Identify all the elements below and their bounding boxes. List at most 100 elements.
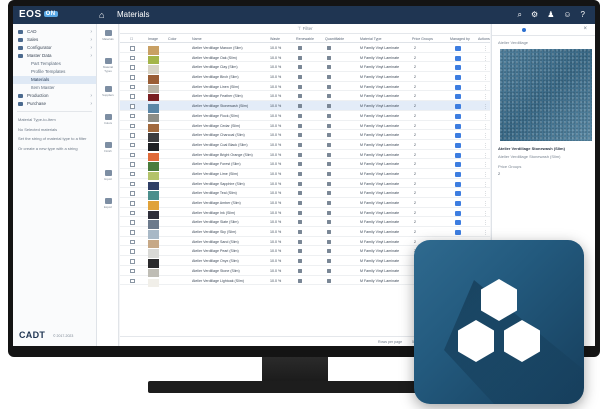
- table-row[interactable]: Atelier Verdillage Stonewash (Slim) 10.0 …: [120, 101, 490, 113]
- more-actions-icon[interactable]: ⋮: [483, 182, 488, 188]
- row-checkbox[interactable]: [130, 239, 135, 245]
- more-actions-icon[interactable]: ⋮: [483, 172, 488, 178]
- more-actions-icon[interactable]: ⋮: [483, 56, 488, 62]
- more-actions-icon[interactable]: ⋮: [483, 75, 488, 81]
- row-checkbox[interactable]: [130, 75, 135, 80]
- table-row[interactable]: Atelier Verdillage Slate (Slim) 10.0 % M F…: [120, 217, 490, 229]
- info-tab-icon[interactable]: [522, 28, 526, 32]
- more-actions-icon[interactable]: ⋮: [483, 133, 488, 139]
- row-checkbox[interactable]: [130, 46, 135, 51]
- row-checkbox[interactable]: [130, 210, 135, 216]
- row-checkbox[interactable]: [130, 249, 135, 254]
- notifications-icon[interactable]: ♟: [547, 10, 554, 20]
- nav-note-create[interactable]: Or create a new type with a string: [13, 144, 96, 154]
- row-checkbox[interactable]: [130, 201, 135, 206]
- table-row[interactable]: Atelier Verdillage Flock (Slim) 10.0 % M F…: [120, 111, 490, 123]
- nav-item-configurator[interactable]: Configurator ›: [13, 44, 96, 52]
- table-row[interactable]: Atelier Verdillage Feather (Slim) 10.0 % M…: [120, 91, 490, 103]
- nav-item-profile-templates[interactable]: Profile Templates: [13, 68, 96, 76]
- row-checkbox[interactable]: [130, 259, 135, 264]
- row-checkbox[interactable]: [130, 268, 135, 274]
- header-color[interactable]: Color: [168, 37, 177, 41]
- tool-colors[interactable]: Colors: [100, 114, 116, 128]
- nav-item-sales[interactable]: Sales ›: [13, 36, 96, 44]
- nav-item-part-templates[interactable]: Part Templates: [13, 60, 96, 68]
- header-managed-by[interactable]: Managed by: [450, 37, 470, 41]
- nav-item-production[interactable]: Production ›: [13, 92, 96, 100]
- header-renewable[interactable]: Renewable: [296, 37, 314, 41]
- row-checkbox[interactable]: [130, 191, 135, 196]
- table-row[interactable]: Atelier Verdillage Teal (Slim) 10.0 % M Fa…: [120, 188, 490, 200]
- table-row[interactable]: Atelier Verdillage Coal Black (Slim) 10.0…: [120, 140, 490, 152]
- table-row[interactable]: Atelier Verdillage Cedar (Slim) 10.0 % M F…: [120, 121, 490, 132]
- row-checkbox[interactable]: [130, 171, 135, 177]
- header-price-groups[interactable]: Price Groups: [412, 37, 433, 41]
- row-checkbox[interactable]: [130, 65, 135, 70]
- more-actions-icon[interactable]: ⋮: [483, 220, 488, 226]
- select-all-checkbox[interactable]: ☐: [130, 37, 133, 41]
- table-row[interactable]: Atelier Verdillage Sapphire (Slim) 10.0 %…: [120, 179, 490, 191]
- nav-item-item-master[interactable]: Item Master: [13, 84, 96, 92]
- row-checkbox[interactable]: [130, 94, 135, 99]
- nav-item-purchase[interactable]: Purchase ›: [13, 100, 96, 108]
- table-row[interactable]: Atelier Verdillage Maroon (Slim) 10.0 % M …: [120, 43, 490, 55]
- nav-item-materials[interactable]: Materials: [13, 76, 96, 84]
- row-checkbox[interactable]: [130, 162, 135, 167]
- table-row[interactable]: Atelier Verdillage Lime (Slim) 10.0 % M Fa…: [120, 169, 490, 181]
- more-actions-icon[interactable]: ⋮: [483, 114, 488, 120]
- row-checkbox[interactable]: [130, 142, 135, 148]
- more-actions-icon[interactable]: ⋮: [483, 124, 488, 130]
- row-checkbox[interactable]: [130, 181, 135, 187]
- search-icon[interactable]: ⌕: [518, 10, 522, 20]
- more-actions-icon[interactable]: ⋮: [483, 85, 488, 91]
- more-actions-icon[interactable]: ⋮: [483, 211, 488, 217]
- table-row[interactable]: Atelier Verdillage Forest (Slim) 10.0 % M …: [120, 159, 490, 171]
- more-actions-icon[interactable]: ⋮: [483, 153, 488, 159]
- header-quantifiable[interactable]: Quantifiable: [325, 37, 344, 41]
- more-actions-icon[interactable]: ⋮: [483, 201, 488, 207]
- row-checkbox[interactable]: [130, 230, 135, 235]
- row-checkbox[interactable]: [130, 123, 135, 128]
- row-checkbox[interactable]: [130, 278, 135, 283]
- table-row[interactable]: Atelier Verdillage Ink (Slim) 10.0 % M Fam…: [120, 208, 490, 220]
- more-actions-icon[interactable]: ⋮: [483, 104, 488, 110]
- more-actions-icon[interactable]: ⋮: [483, 230, 488, 236]
- tool-finish[interactable]: Finish: [100, 142, 116, 156]
- header-image[interactable]: Image: [148, 37, 158, 41]
- row-checkbox[interactable]: [130, 84, 135, 90]
- row-checkbox[interactable]: [130, 133, 135, 138]
- table-row[interactable]: Atelier Verdillage Charcoal (Slim) 10.0 %…: [120, 130, 490, 142]
- home-icon[interactable]: ⌂: [99, 10, 109, 20]
- close-icon[interactable]: ×: [583, 26, 587, 32]
- app-logo[interactable]: EOS ON: [19, 9, 58, 21]
- more-actions-icon[interactable]: ⋮: [483, 65, 488, 71]
- more-actions-icon[interactable]: ⋮: [483, 191, 488, 197]
- table-row[interactable]: Atelier Verdillage Sky (Slim) 10.0 % M Fam…: [120, 227, 490, 239]
- header-name[interactable]: Name: [192, 37, 202, 41]
- row-checkbox[interactable]: [130, 113, 135, 119]
- nav-item-master-data[interactable]: Master Data ›: [13, 52, 96, 60]
- tool-suppliers[interactable]: Suppliers: [100, 86, 116, 100]
- settings-icon[interactable]: ⚙: [531, 10, 538, 20]
- more-actions-icon[interactable]: ⋮: [483, 94, 488, 100]
- more-actions-icon[interactable]: ⋮: [483, 143, 488, 149]
- filter-bar[interactable]: ⊤ Filter: [120, 24, 490, 34]
- row-checkbox[interactable]: [130, 55, 135, 61]
- row-checkbox[interactable]: [130, 152, 135, 158]
- tool-export[interactable]: Export: [100, 198, 116, 212]
- table-row[interactable]: Atelier Verdillage Amber (Slim) 10.0 % M F…: [120, 198, 490, 210]
- table-row[interactable]: Atelier Verdillage Clay (Slim) 10.0 % M Fa…: [120, 62, 490, 74]
- row-checkbox[interactable]: [130, 220, 135, 225]
- header-material-type[interactable]: Material Type: [360, 37, 382, 41]
- table-row[interactable]: Atelier Verdillage Linen (Slim) 10.0 % M F…: [120, 82, 490, 94]
- tool-materials[interactable]: Materials: [100, 30, 116, 44]
- more-actions-icon[interactable]: ⋮: [483, 46, 488, 52]
- row-checkbox[interactable]: [130, 104, 135, 109]
- table-row[interactable]: Atelier Verdillage Bright Orange (Slim) 1…: [120, 150, 490, 162]
- user-icon[interactable]: ☺: [563, 10, 571, 20]
- help-icon[interactable]: ?: [581, 10, 585, 20]
- table-row[interactable]: Atelier Verdillage Birch (Slim) 10.0 % M F…: [120, 72, 490, 84]
- tool-import[interactable]: Import: [100, 170, 116, 184]
- tool-material-types[interactable]: Material Types: [100, 58, 116, 73]
- table-row[interactable]: Atelier Verdillage Oak (Slim) 10.0 % M Fam…: [120, 53, 490, 65]
